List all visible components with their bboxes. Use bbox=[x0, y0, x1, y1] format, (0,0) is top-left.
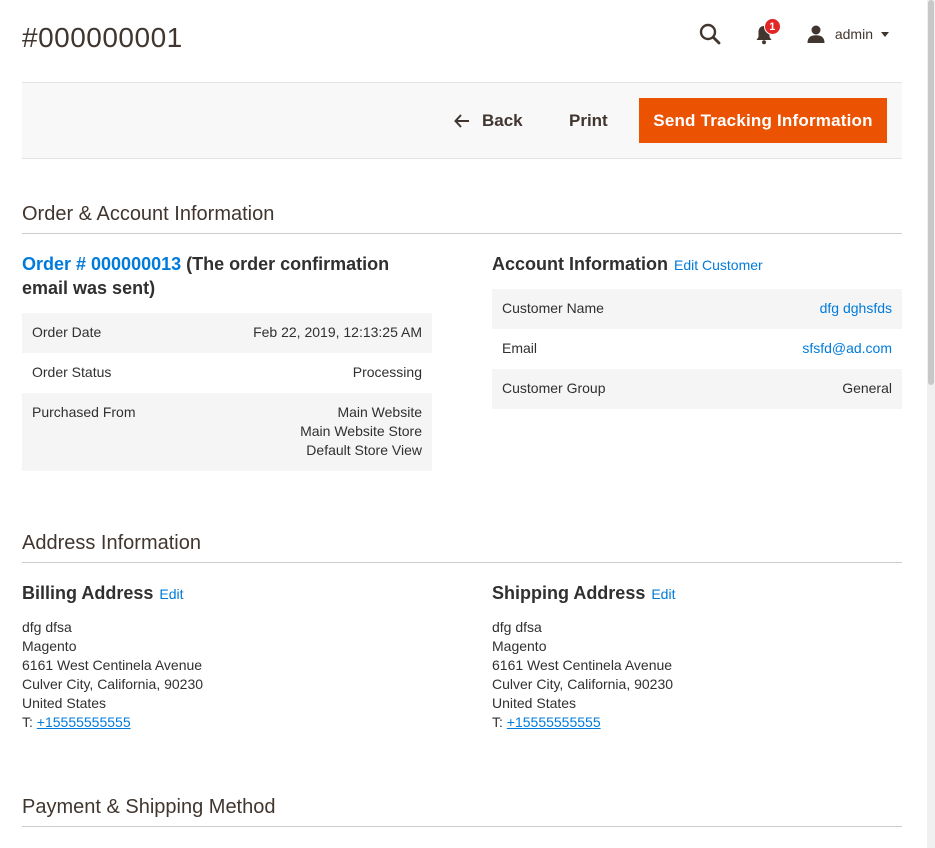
notification-count-badge: 1 bbox=[763, 18, 781, 35]
order-status-label: Order Status bbox=[32, 364, 112, 380]
print-button[interactable]: Print bbox=[569, 111, 608, 131]
table-row: Purchased From Main Website Main Website… bbox=[22, 393, 432, 471]
shipping-company: Magento bbox=[492, 638, 547, 654]
billing-address: dfg dfsa Magento 6161 West Centinela Ave… bbox=[22, 618, 203, 732]
header-actions: 1 admin bbox=[698, 18, 889, 48]
billing-city-line: Culver City, California, 90230 bbox=[22, 676, 204, 692]
order-title: Order # 000000013 (The order confirmatio… bbox=[22, 252, 432, 300]
billing-phone-prefix: T: bbox=[22, 714, 37, 730]
admin-user-menu[interactable]: admin bbox=[806, 24, 889, 44]
billing-address-title: Billing Address Edit bbox=[22, 581, 183, 606]
edit-shipping-address-link[interactable]: Edit bbox=[651, 586, 675, 602]
user-icon bbox=[807, 25, 825, 43]
billing-phone-link[interactable]: +15555555555 bbox=[37, 714, 131, 730]
order-link[interactable]: Order # 000000013 bbox=[22, 254, 181, 274]
back-button-label: Back bbox=[482, 111, 523, 130]
table-row: Customer Name dfg dghsfds bbox=[492, 289, 902, 329]
account-info-table: Customer Name dfg dghsfds Email sfsfd@ad… bbox=[492, 289, 902, 409]
shipping-city-line: Culver City, California, 90230 bbox=[492, 676, 674, 692]
purchased-from-website: Main Website bbox=[337, 404, 422, 420]
order-account-section-title: Order & Account Information bbox=[22, 203, 902, 234]
table-row: Order Date Feb 22, 2019, 12:13:25 AM bbox=[22, 313, 432, 353]
customer-group-value: General bbox=[709, 369, 902, 409]
customer-name-label: Customer Name bbox=[492, 289, 710, 329]
customer-name-link[interactable]: dfg dghsfds bbox=[709, 289, 902, 329]
payment-shipping-section-title: Payment & Shipping Method bbox=[22, 796, 902, 827]
search-icon[interactable] bbox=[698, 22, 722, 46]
scrollbar-thumb[interactable] bbox=[928, 0, 934, 385]
shipping-address-title: Shipping Address Edit bbox=[492, 581, 675, 606]
chevron-down-icon bbox=[881, 31, 889, 37]
purchased-from-value: Main Website Main Website Store Default … bbox=[184, 393, 432, 471]
scrollbar-track[interactable] bbox=[927, 0, 935, 848]
purchased-from-label: Purchased From bbox=[22, 393, 185, 471]
email-label: Email bbox=[502, 340, 538, 356]
account-info-title-text: Account Information bbox=[492, 254, 668, 274]
billing-country: United States bbox=[22, 695, 107, 711]
page-actions-bar: Back Print Send Tracking Information bbox=[22, 82, 902, 159]
send-tracking-button[interactable]: Send Tracking Information bbox=[639, 98, 887, 143]
customer-group-label: Customer Group bbox=[492, 369, 710, 409]
table-row: Customer Group General bbox=[492, 369, 902, 409]
billing-name: dfg dfsa bbox=[22, 619, 72, 635]
shipping-street: 6161 West Centinela Avenue bbox=[492, 657, 673, 673]
table-row: Email sfsfd@ad.com bbox=[492, 329, 902, 369]
edit-billing-address-link[interactable]: Edit bbox=[159, 586, 183, 602]
order-date-label: Order Date bbox=[22, 313, 185, 353]
order-status-value: Processing bbox=[352, 364, 422, 380]
admin-username: admin bbox=[834, 26, 873, 42]
shipping-phone-prefix: T: bbox=[492, 714, 507, 730]
table-row: Order Status Processing bbox=[22, 353, 432, 393]
address-section-title: Address Information bbox=[22, 532, 902, 563]
page-title: #000000001 bbox=[22, 22, 183, 53]
shipping-name: dfg dfsa bbox=[492, 619, 542, 635]
shipping-phone-link[interactable]: +15555555555 bbox=[507, 714, 601, 730]
purchased-from-store-view: Default Store View bbox=[306, 442, 422, 458]
order-info-table: Order Date Feb 22, 2019, 12:13:25 AM Ord… bbox=[22, 313, 432, 471]
account-info-title: Account Information Edit Customer bbox=[492, 252, 763, 277]
shipping-address: dfg dfsa Magento 6161 West Centinela Ave… bbox=[492, 618, 673, 732]
email-link[interactable]: sfsfd@ad.com bbox=[709, 329, 902, 369]
shipping-phone-line: T: +15555555555 bbox=[492, 713, 673, 732]
purchased-from-store: Main Website Store bbox=[300, 423, 422, 439]
arrow-left-icon bbox=[454, 114, 469, 128]
back-button[interactable]: Back bbox=[454, 111, 523, 131]
billing-company: Magento bbox=[22, 638, 77, 654]
edit-customer-link[interactable]: Edit Customer bbox=[674, 257, 763, 273]
shipping-address-title-text: Shipping Address bbox=[492, 583, 646, 603]
shipping-country: United States bbox=[492, 695, 577, 711]
billing-address-title-text: Billing Address bbox=[22, 583, 154, 603]
order-date-value: Feb 22, 2019, 12:13:25 AM bbox=[184, 313, 432, 353]
billing-phone-line: T: +15555555555 bbox=[22, 713, 203, 732]
notifications-button[interactable]: 1 bbox=[752, 18, 781, 46]
billing-street: 6161 West Centinela Avenue bbox=[22, 657, 203, 673]
